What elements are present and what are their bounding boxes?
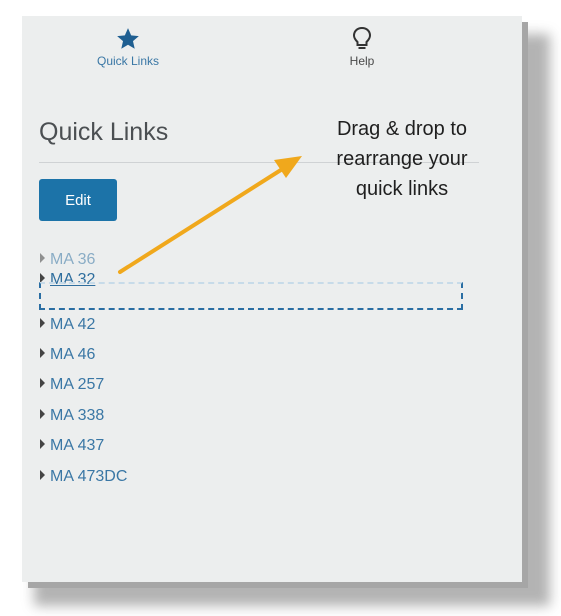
quick-links-panel: Quick Links Help Quick Links Edit MA 36 … xyxy=(22,16,522,582)
callout-arrow-icon xyxy=(118,156,302,274)
